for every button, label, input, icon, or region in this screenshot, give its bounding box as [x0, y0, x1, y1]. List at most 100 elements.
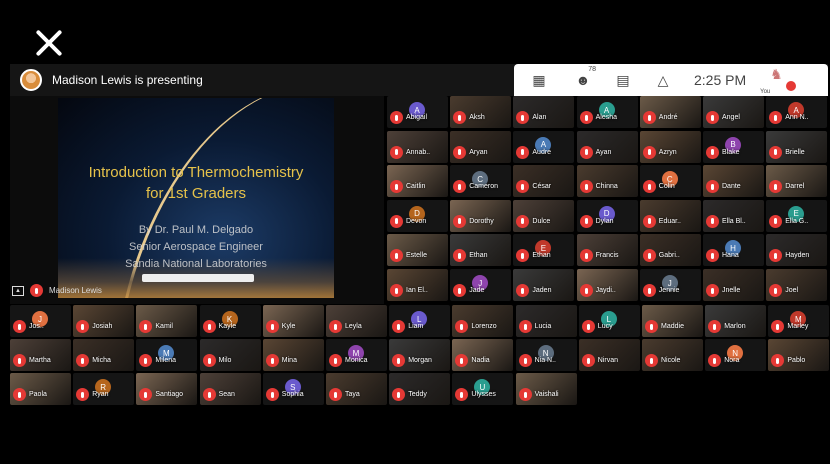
participant-tile[interactable]: Martha	[10, 339, 71, 371]
participant-tile[interactable]: Josiah	[73, 305, 135, 337]
participant-tile[interactable]: Nirvan	[578, 339, 640, 371]
participant-tile[interactable]: A Audre	[513, 130, 575, 163]
participant-tile[interactable]: Marlon	[705, 305, 767, 337]
participant-tile[interactable]: Ayan	[576, 130, 638, 163]
participant-name: Santiago	[155, 391, 184, 398]
participant-tile[interactable]: L Liam	[389, 305, 451, 337]
participant-name: Ian El..	[406, 287, 428, 294]
participant-tile[interactable]: Dulce	[513, 199, 575, 232]
participant-tile[interactable]: Lucia	[515, 305, 577, 337]
participant-tile[interactable]: D Devon	[387, 199, 448, 232]
participant-tile[interactable]: Joel	[766, 269, 828, 301]
participant-tile[interactable]: Ella Bl..	[703, 199, 764, 232]
participant-tile[interactable]: Maddie	[642, 305, 703, 337]
grid-view-icon[interactable]: ▦	[524, 68, 554, 92]
participant-tile[interactable]: Kyle	[262, 305, 324, 337]
participant-tile[interactable]: Nicole	[642, 339, 703, 371]
participant-tile[interactable]: Mina	[262, 339, 324, 371]
mic-off-icon	[642, 284, 656, 297]
participant-tile[interactable]: D Dylan	[576, 199, 638, 232]
participant-tile[interactable]: A Ann N..	[766, 96, 828, 128]
participant-tile[interactable]: César	[513, 165, 575, 198]
participant-tile[interactable]: Teddy	[389, 373, 451, 405]
participant-tile[interactable]: Taya	[326, 373, 387, 405]
participant-name-tag: Santiago	[139, 388, 183, 401]
participant-tile[interactable]: Milo	[199, 339, 261, 371]
participant-tile[interactable]: Ian El..	[387, 269, 448, 301]
participant-tile[interactable]: J Jos..	[10, 305, 71, 337]
participant-tile[interactable]: Vaishali	[515, 373, 577, 405]
participant-tile[interactable]: Angel	[703, 96, 764, 128]
participant-tile[interactable]: Leyla	[326, 305, 387, 337]
participant-tile[interactable]: Jnelle	[703, 269, 764, 301]
participant-tile[interactable]: J Jade	[450, 269, 512, 301]
participant-tile[interactable]: Kamil	[136, 305, 198, 337]
participant-tile[interactable]: Darrel	[766, 165, 828, 198]
activities-icon[interactable]: △	[648, 68, 678, 92]
participant-tile[interactable]: E Ella G..	[766, 199, 828, 232]
participant-tile[interactable]: Nadia	[452, 339, 514, 371]
pin-icon[interactable]: ▲	[12, 285, 24, 296]
participant-tile[interactable]: C Cameron	[450, 165, 512, 198]
participant-tile[interactable]: M Milena	[136, 339, 198, 371]
participant-tile[interactable]: S Sophia	[262, 373, 324, 405]
self-view[interactable]: ♞ You	[760, 64, 797, 96]
participant-tile[interactable]: Ethan	[450, 234, 512, 267]
participant-tile[interactable]: Francis	[576, 234, 638, 267]
participant-tile[interactable]: U Ulysses	[452, 373, 514, 405]
participant-tile[interactable]: N Nia N..	[515, 339, 577, 371]
participant-tile[interactable]: Micha	[73, 339, 135, 371]
participant-tile[interactable]: J Jennie	[639, 269, 701, 301]
participant-tile[interactable]: R Ryan	[73, 373, 135, 405]
participant-tile[interactable]: Dante	[703, 165, 764, 198]
participant-tile[interactable]: Chinna	[576, 165, 638, 198]
participant-tile[interactable]: Morgan	[389, 339, 451, 371]
participant-name-tag: Brielle	[769, 145, 805, 159]
participant-tile[interactable]: Estelle	[387, 234, 448, 267]
mic-off-icon	[706, 111, 719, 124]
participant-tile[interactable]: K Kayle	[199, 305, 261, 337]
participant-tile[interactable]: C Colin	[639, 165, 701, 198]
participant-tile[interactable]: Aksh	[450, 96, 512, 128]
participant-tile[interactable]: Caitlin	[387, 165, 448, 198]
participant-tile[interactable]: M Monica	[326, 339, 387, 371]
participant-tile[interactable]: N Nora	[705, 339, 767, 371]
participant-tile[interactable]: André	[639, 96, 701, 128]
participant-name: Gabri..	[658, 252, 680, 260]
participant-tile[interactable]: Pablo	[768, 339, 830, 371]
chat-icon[interactable]: ▤	[608, 68, 638, 92]
participant-tile[interactable]: Brielle	[766, 130, 828, 163]
participants-icon[interactable]: ☻ 78	[568, 66, 598, 92]
participant-tile[interactable]: H Hana	[703, 234, 764, 267]
participant-tile[interactable]: A Alesha	[576, 96, 638, 128]
participant-tile[interactable]: Gabri..	[639, 234, 701, 267]
close-button[interactable]	[34, 28, 64, 58]
participant-tile[interactable]: Azryn	[639, 130, 701, 163]
participant-tile[interactable]: Dorothy	[450, 199, 512, 232]
mic-off-icon	[265, 354, 279, 367]
participant-name-tag: Jaydi..	[579, 284, 616, 297]
participant-tile[interactable]: Jaydi..	[576, 269, 638, 301]
mic-off-icon	[13, 354, 26, 367]
shared-screen[interactable]: Introduction to Thermochemistry for 1st …	[10, 96, 384, 304]
participant-tile[interactable]: Sean	[199, 373, 261, 405]
mic-off-icon	[579, 180, 593, 194]
participant-tile[interactable]: Jaden	[513, 269, 575, 301]
slide-author-line3: Sandia National Laboratories	[125, 258, 267, 270]
participant-name-tag: Morgan	[392, 354, 432, 367]
participant-tile[interactable]: Lorenzo	[452, 305, 514, 337]
participant-tile[interactable]: B Blake	[703, 130, 764, 163]
participant-tile[interactable]: Hayden	[766, 234, 828, 267]
participant-tile[interactable]: Alan	[513, 96, 575, 128]
participant-tile[interactable]: Eduar..	[639, 199, 701, 232]
mic-off-icon	[642, 249, 656, 263]
participant-tile[interactable]: Aryan	[450, 130, 512, 163]
participant-name-tag: César	[516, 180, 551, 194]
participant-tile[interactable]: Annab..	[387, 130, 448, 163]
participant-tile[interactable]: Santiago	[136, 373, 198, 405]
participant-tile[interactable]: A Abigail	[387, 96, 448, 128]
participant-tile[interactable]: Paola	[10, 373, 71, 405]
participant-tile[interactable]: L Lucy	[578, 305, 640, 337]
participant-tile[interactable]: M Marley	[768, 305, 830, 337]
participant-tile[interactable]: E Ethan	[513, 234, 575, 267]
